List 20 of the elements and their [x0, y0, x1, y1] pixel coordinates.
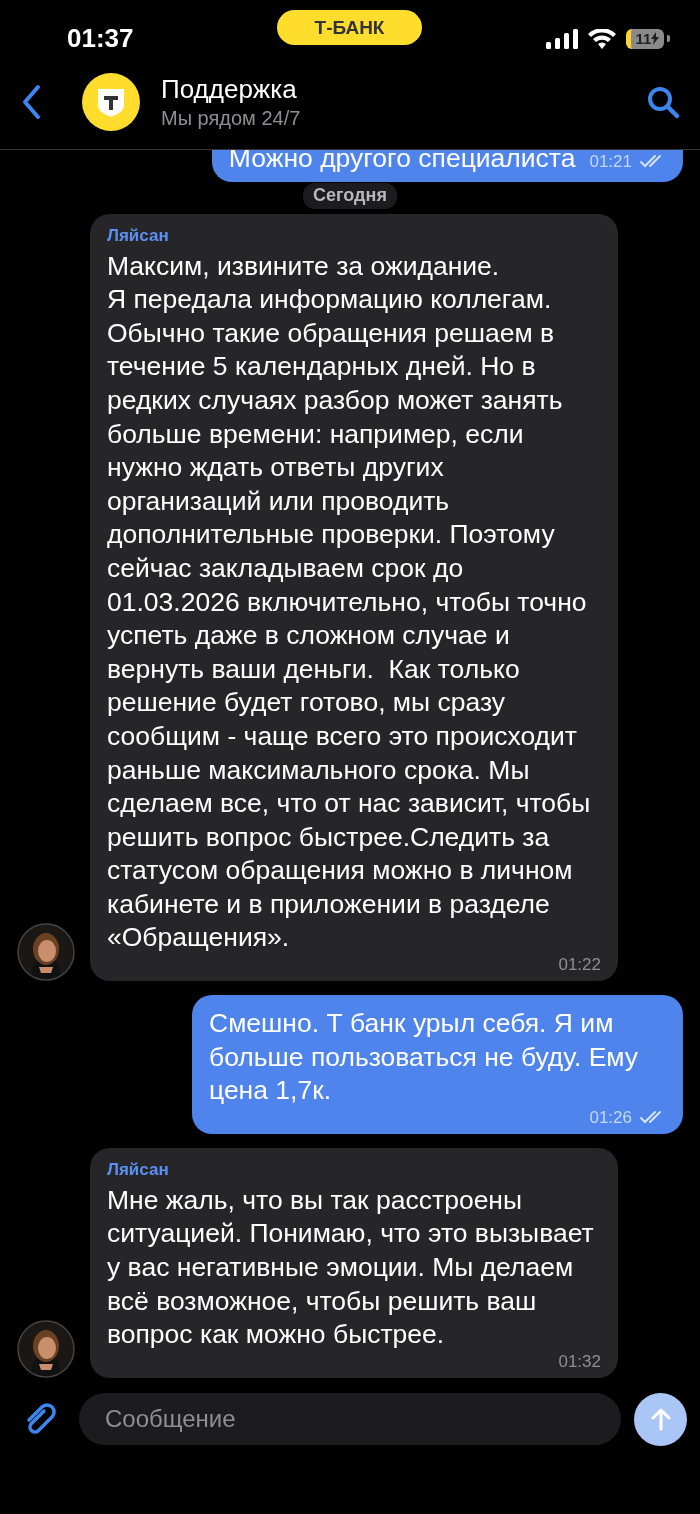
search-icon[interactable]	[646, 85, 680, 119]
wifi-icon	[588, 28, 616, 49]
chat-title: Поддержка	[161, 74, 298, 105]
operator-badge: Т-БАНК	[277, 10, 422, 45]
message-text: Смешно. Т банк урыл себя. Я им больше пользоваться не буду. Ему цена 1,7к.	[209, 1008, 640, 1106]
message-input-field[interactable]: Сообщение	[79, 1393, 621, 1445]
message-time: 01:22	[558, 955, 601, 975]
message-time: 01:21	[589, 152, 632, 171]
message-time: 01:26	[589, 1107, 632, 1127]
sender-name: Ляйсан	[107, 1159, 170, 1180]
bank-logo-icon	[82, 73, 140, 131]
arrow-up-icon	[649, 1407, 672, 1431]
date-label: Сегодня	[303, 182, 397, 209]
chat-subtitle: Мы рядом 24/7	[161, 107, 301, 130]
sender-name: Ляйсан	[107, 225, 170, 246]
message-text: Максим, извините за ожидание. Я передала информацию коллегам. Обычно такие обращения решаем в течение 5 календарных дней. Но в редких случаях разбор может занять больше времени: например, если нужно ждать ответы других организаций или проводить дополнительные проверки. Поэтому сейчас закладываем срок до 01.03.2026 включительно, чтобы точно успеть даже в сложном случае и вернуть ваши деньги. Как только решение будет готово, мы сразу сообщим - чаще всего это происходит раньше максимального срока. Мы сделаем все, что от нас зависит, чтобы решить вопрос быстрее.Следить за статусом обращения можно в личном кабинете и в приложении в разделе «Обращения».	[107, 250, 592, 953]
message-text: Мне жаль, что вы так расстроены ситуацией. Понимаю, что это вызывает у вас негативные эмоции. Мы делаем всё возможное, чтобы решить ваш вопрос как можно быстрее.	[107, 1184, 595, 1350]
message-time: 01:32	[558, 1351, 601, 1371]
signal-icon	[546, 28, 578, 49]
clock-time: 01:37	[67, 23, 135, 54]
